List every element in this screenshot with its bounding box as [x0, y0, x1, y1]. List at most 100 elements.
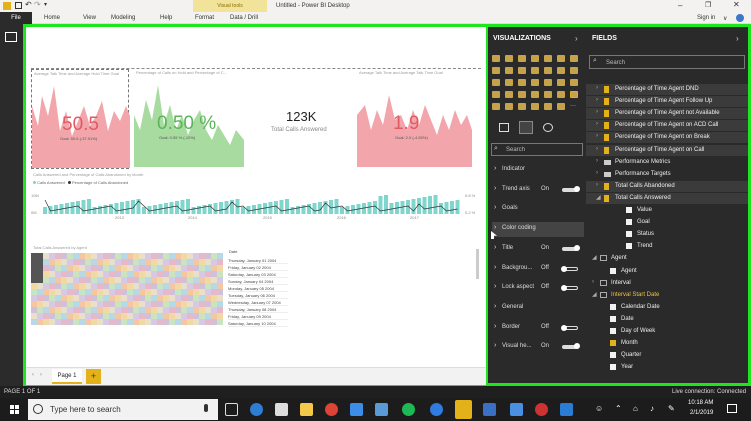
toggle-switch[interactable] [561, 324, 578, 331]
field-item[interactable]: Agent [586, 266, 748, 277]
expand-arrow-icon[interactable]: › [596, 146, 598, 152]
visual-type-icon[interactable] [570, 91, 578, 98]
people-icon[interactable]: ☺ [595, 404, 603, 413]
visual-type-icon[interactable] [531, 67, 539, 74]
app-icon-4[interactable] [560, 403, 573, 416]
windows-start-icon[interactable] [10, 405, 19, 414]
ribbon-collapse-icon[interactable]: ∨ [723, 15, 727, 22]
format-section-indicator[interactable]: › Indicator [492, 163, 584, 178]
visual-type-icon[interactable] [570, 55, 578, 62]
expand-arrow-icon[interactable]: ◢ [592, 291, 597, 298]
visual-type-icon[interactable] [544, 79, 552, 86]
tray-chevron-icon[interactable]: ⌃ [615, 404, 622, 413]
checkbox-icon[interactable] [626, 207, 632, 213]
tab-help[interactable]: Help [160, 15, 172, 21]
tab-format[interactable]: Format [195, 15, 214, 21]
collapse-fields-pane-icon[interactable]: › [736, 34, 739, 43]
checkbox-checked-icon[interactable] [610, 340, 616, 347]
checkbox-icon[interactable] [610, 267, 616, 274]
format-section-title[interactable]: › Title On [492, 242, 584, 257]
checkbox-icon[interactable] [610, 364, 616, 371]
visual-type-icon[interactable] [544, 103, 552, 110]
expand-arrow-icon[interactable]: › [596, 85, 598, 91]
field-item[interactable]: ◢ Interval Start Date [586, 290, 748, 301]
field-item[interactable]: Date [586, 314, 748, 325]
viz-search-box[interactable]: ⌕ Search [491, 143, 583, 156]
field-item[interactable]: ◢ Agent [586, 253, 748, 264]
page-nav-next-icon[interactable]: › [40, 372, 42, 378]
pen-icon[interactable]: ✎ [668, 404, 675, 413]
visual-type-icon[interactable] [505, 67, 513, 74]
toggle-switch[interactable] [562, 343, 580, 350]
field-item[interactable]: Calendar Date [586, 302, 748, 313]
expand-arrow-icon[interactable]: › [596, 182, 598, 188]
powerbi-taskbar-icon[interactable] [455, 400, 472, 419]
date-table[interactable]: Date Thursday, January 01 2004 Friday, Ja… [228, 249, 288, 327]
expand-arrow-icon[interactable]: › [592, 279, 594, 285]
visual-type-icon[interactable]: ··· [570, 103, 578, 110]
tab-view[interactable]: View [83, 15, 96, 21]
fields-well-icon[interactable] [499, 123, 509, 132]
microphone-icon[interactable] [204, 404, 208, 412]
combo-chart[interactable]: Calls Answered and Percentage of Calls A… [31, 172, 478, 222]
format-section-visual-he-[interactable]: › Visual he... On [492, 340, 584, 355]
visual-type-icon[interactable] [492, 67, 500, 74]
visual-type-icon[interactable] [518, 55, 526, 62]
visual-type-icon[interactable] [544, 55, 552, 62]
field-item[interactable]: Day of Week [586, 326, 748, 337]
kpi-visual-2[interactable]: Percentage of Calls on Hold and Percenta… [134, 69, 244, 169]
format-section-border[interactable]: › Border Off [492, 321, 584, 336]
visual-type-icon[interactable] [557, 55, 565, 62]
taskbar-search-box[interactable]: Type here to search [28, 399, 218, 420]
checkbox-icon[interactable] [626, 243, 632, 250]
field-item[interactable]: Value [586, 205, 748, 216]
tab-modeling[interactable]: Modeling [111, 15, 135, 21]
field-item[interactable]: › Percentage of Time Agent Follow Up [586, 96, 748, 108]
visual-type-icon[interactable] [531, 91, 539, 98]
mail-icon[interactable] [275, 403, 288, 416]
visual-type-icon[interactable] [505, 55, 513, 62]
report-view-icon[interactable] [5, 32, 17, 42]
expand-arrow-icon[interactable]: › [596, 109, 598, 115]
checkbox-icon[interactable] [610, 303, 616, 310]
field-item[interactable]: › Interval [586, 278, 748, 289]
toggle-switch[interactable] [561, 285, 578, 292]
checkbox-icon[interactable] [610, 352, 616, 359]
chrome-icon[interactable] [325, 403, 338, 416]
visual-type-icon[interactable] [505, 91, 513, 98]
visual-type-icon[interactable] [557, 91, 565, 98]
field-item[interactable]: Trend [586, 241, 748, 252]
task-view-icon[interactable] [225, 403, 238, 416]
quick-access-dropdown-icon[interactable]: ▾ [44, 1, 47, 8]
format-section-trend-axis[interactable]: › Trend axis On [492, 183, 584, 198]
field-item[interactable]: › Performance Metrics [586, 157, 748, 168]
undo-icon[interactable]: ↶ [25, 0, 32, 9]
visual-type-icon[interactable] [505, 103, 513, 110]
expand-arrow-icon[interactable]: › [596, 121, 598, 127]
visual-type-icon[interactable] [570, 67, 578, 74]
network-icon[interactable]: ⌂ [633, 404, 638, 413]
visual-type-icon[interactable] [518, 79, 526, 86]
expand-arrow-icon[interactable]: › [596, 158, 598, 164]
fields-search-box[interactable]: ⌕ Search [589, 55, 745, 69]
visual-type-icon[interactable] [557, 103, 565, 110]
field-item[interactable]: Goal [586, 217, 748, 228]
close-button[interactable]: ✕ [733, 0, 740, 9]
checkbox-icon[interactable] [610, 315, 616, 322]
toggle-switch[interactable] [562, 244, 580, 251]
format-section-backgrou-[interactable]: › Backgrou... Off [492, 262, 584, 277]
checkbox-icon[interactable] [610, 328, 616, 334]
field-item[interactable]: Quarter [586, 350, 748, 361]
action-center-icon[interactable] [727, 404, 737, 413]
photos-app-icon[interactable] [375, 403, 388, 416]
field-item[interactable]: › Total Calls Abandoned [586, 180, 748, 192]
analytics-magnifier-icon[interactable] [543, 123, 553, 132]
media-app-icon[interactable] [350, 403, 363, 416]
app-icon-2[interactable] [510, 403, 523, 416]
page-tab-1[interactable]: Page 1 [52, 369, 82, 384]
help-icon[interactable] [736, 14, 744, 22]
app-icon-3[interactable] [535, 403, 548, 416]
format-section-color-coding[interactable]: › Color coding [492, 222, 584, 238]
add-page-button[interactable]: + [86, 369, 101, 384]
sign-in-link[interactable]: Sign in [697, 15, 715, 21]
